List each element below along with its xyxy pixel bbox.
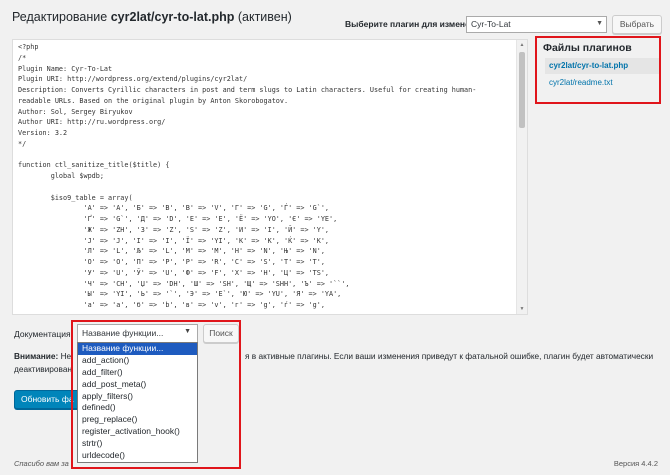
chevron-down-icon: ▼ bbox=[596, 20, 603, 27]
page-title-status: (активен) bbox=[237, 10, 292, 24]
dropdown-option[interactable]: preg_replace() bbox=[78, 414, 197, 426]
dropdown-option[interactable]: strtr() bbox=[78, 438, 197, 450]
plugin-files-title: Файлы плагинов bbox=[543, 42, 632, 54]
chevron-down-icon: ▼ bbox=[184, 328, 191, 335]
dropdown-option[interactable]: Название функции... bbox=[78, 343, 197, 355]
plugin-file-current[interactable]: cyr2lat/cyr-to-lat.php bbox=[545, 58, 659, 74]
lookup-button[interactable]: Поиск bbox=[203, 324, 239, 343]
warning-text-middle: я в активные плагины. Если ваши изменени… bbox=[245, 351, 654, 361]
page-title: Редактирование cyr2lat/cyr-to-lat.php (а… bbox=[12, 10, 292, 24]
dropdown-option[interactable]: register_activation_hook() bbox=[78, 426, 197, 438]
choose-plugin-button[interactable]: Выбрать bbox=[612, 15, 662, 34]
footer-version: Версия 4.4.2 bbox=[613, 459, 658, 468]
update-file-button[interactable]: Обновить фа bbox=[14, 390, 84, 409]
dropdown-option[interactable]: add_filter() bbox=[78, 367, 197, 379]
function-name-select-value: Название функции... bbox=[82, 328, 164, 338]
documentation-label: Документация: bbox=[14, 329, 73, 339]
page-title-prefix: Редактирование bbox=[12, 10, 108, 24]
warning-label: Внимание: bbox=[14, 351, 59, 361]
footer-thanks: Спасибо вам за bbox=[14, 459, 69, 468]
warning-text-start: Не bbox=[60, 351, 72, 361]
dropdown-option[interactable]: urldecode() bbox=[78, 450, 197, 462]
plugin-select-value: Cyr-To-Lat bbox=[471, 19, 511, 29]
code-content[interactable]: <?php /* Plugin Name: Cyr-To-Lat Plugin … bbox=[18, 42, 476, 311]
plugin-file-readme[interactable]: cyr2lat/readme.txt bbox=[549, 78, 613, 87]
page-title-file: cyr2lat/cyr-to-lat.php bbox=[110, 10, 235, 24]
code-editor[interactable]: <?php /* Plugin Name: Cyr-To-Lat Plugin … bbox=[12, 39, 528, 315]
function-name-select[interactable]: Название функции... ▼ bbox=[77, 324, 198, 343]
plugin-select[interactable]: Cyr-To-Lat ▼ bbox=[466, 16, 607, 33]
scroll-thumb[interactable] bbox=[519, 52, 525, 128]
scroll-up-arrow-icon[interactable]: ▲ bbox=[517, 40, 527, 50]
dropdown-option[interactable]: add_post_meta() bbox=[78, 379, 197, 391]
plugin-files-panel: Файлы плагинов cyr2lat/cyr-to-lat.php cy… bbox=[535, 36, 661, 104]
editor-scrollbar[interactable]: ▲ ▼ bbox=[516, 40, 527, 314]
dropdown-option[interactable]: add_action() bbox=[78, 355, 197, 367]
scroll-down-arrow-icon[interactable]: ▼ bbox=[517, 304, 527, 314]
warning-text-end: деактивирован bbox=[14, 364, 73, 374]
dropdown-option[interactable]: apply_filters() bbox=[78, 391, 197, 403]
function-dropdown-list[interactable]: Название функции... add_action() add_fil… bbox=[77, 342, 198, 463]
dropdown-option[interactable]: defined() bbox=[78, 402, 197, 414]
